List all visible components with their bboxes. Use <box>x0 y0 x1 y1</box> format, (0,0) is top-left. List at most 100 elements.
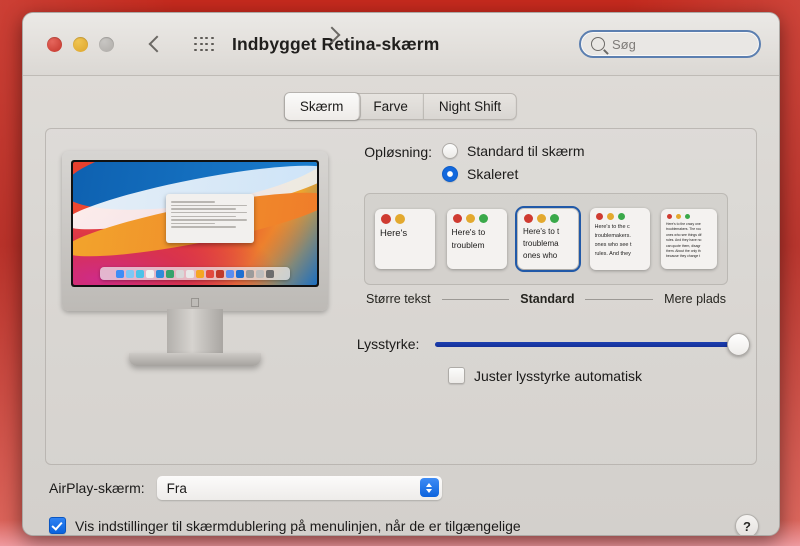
thumbnail-dot-icon <box>524 214 533 223</box>
search-placeholder: Søg <box>612 36 636 52</box>
auto-brightness-row[interactable]: Juster lysstyrke automatisk <box>448 367 746 384</box>
thumbnail-dot-icon <box>595 213 603 220</box>
airplay-selected-value: Fra <box>166 480 187 496</box>
show-all-grid-icon[interactable] <box>194 36 214 52</box>
dock-icon <box>176 269 184 278</box>
dock-icon <box>246 269 254 278</box>
scale-tick-right <box>585 298 654 300</box>
thumbnail-preview-text: Here's to the crazy one troublemakers. Th… <box>661 222 717 260</box>
thumbnail-traffic-lights <box>447 209 507 226</box>
tab-farve[interactable]: Farve <box>358 94 424 119</box>
brightness-label: Lysstyrke: <box>356 336 420 352</box>
thumbnail-dot-icon <box>478 214 488 223</box>
thumbnail-text-line: Here's to the c <box>594 224 630 230</box>
minimize-button-icon[interactable] <box>73 36 88 52</box>
resolution-thumbnail-3[interactable]: Here's to t troublema ones who <box>515 206 581 272</box>
forward-chevron-icon[interactable] <box>323 27 339 43</box>
radio-default-label: Standard til skærm <box>467 143 585 159</box>
search-container: Søg <box>579 30 761 58</box>
search-icon <box>591 37 605 51</box>
dock-icon <box>126 269 134 278</box>
thumbnail-preview-text: Here's to troublem <box>447 226 507 251</box>
dock-icon <box>116 269 124 278</box>
dock-icon <box>256 269 264 278</box>
thumbnail-traffic-lights <box>375 209 435 227</box>
resolution-radio-group: Standard til skærm Skaleret <box>442 143 584 189</box>
thumbnail-preview-text: Here's to the c troublemakers. ones who se… <box>590 223 650 259</box>
dock-icon <box>146 269 154 278</box>
thumbnail-dot-icon <box>537 214 546 223</box>
resolution-thumbnail-5[interactable]: Here's to the crazy one troublemakers. Th… <box>661 209 717 269</box>
auto-brightness-label: Juster lysstyrke automatisk <box>474 367 643 384</box>
traffic-lights <box>47 36 114 52</box>
back-chevron-icon[interactable] <box>148 36 164 52</box>
radio-default-for-display[interactable]: Standard til skærm <box>442 143 584 159</box>
mirroring-label: Vis indstillinger til skærmdublering på … <box>75 517 521 534</box>
brightness-slider-knob[interactable] <box>726 332 750 356</box>
zoom-button-icon[interactable] <box>99 36 114 52</box>
thumbnail-dot-icon <box>617 213 625 220</box>
dock-icon <box>226 269 234 278</box>
tab-night-shift[interactable]: Night Shift <box>424 94 516 119</box>
thumbnail-traffic-lights <box>518 209 578 226</box>
dock-icon <box>196 269 204 278</box>
dock-icon <box>206 269 214 278</box>
preferences-window: Indbygget Retina-skærm Søg Skærm Farve N… <box>22 12 780 536</box>
thumbnail-dot-icon <box>676 214 681 219</box>
dock-icon <box>166 269 174 278</box>
brightness-slider-fill <box>435 341 737 347</box>
brightness-row: Lysstyrke: <box>346 332 750 356</box>
thumbnail-dot-icon <box>465 214 475 223</box>
navigation-arrows <box>148 36 164 52</box>
help-button[interactable]: ? <box>735 514 759 535</box>
thumbnail-dot-icon <box>606 213 614 220</box>
dock-icon <box>186 269 194 278</box>
scale-legend: Større tekst Standard Mere plads <box>364 292 728 306</box>
thumbnail-traffic-lights <box>661 209 717 222</box>
airplay-row: AirPlay-skærm: Fra <box>49 476 442 500</box>
chevron-updown-icon <box>419 478 439 497</box>
scale-tick-left <box>441 298 510 300</box>
resolution-row: Opløsning: Standard til skærm Skaleret <box>346 143 746 189</box>
thumbnail-text-line: because they change t <box>666 254 701 259</box>
scale-label-larger-text: Større tekst <box>366 292 431 306</box>
radio-scaled[interactable]: Skaleret <box>442 166 584 182</box>
thumbnail-text-line: Here's to t <box>523 227 560 236</box>
thumbnail-traffic-lights <box>590 208 650 223</box>
resolution-thumbnail-4[interactable]: Here's to the c troublemakers. ones who se… <box>589 208 650 270</box>
imac-stand-neck <box>167 309 223 357</box>
thumbnail-text-line: troublem <box>451 239 485 250</box>
thumbnail-text-line: Here's <box>380 228 408 239</box>
window-content: Skærm Farve Night Shift Opløsning: Stand… <box>23 76 779 535</box>
mirroring-row[interactable]: Vis indstillinger til skærmdublering på … <box>49 517 521 534</box>
auto-brightness-checkbox[interactable] <box>448 367 465 384</box>
radio-scaled-icon <box>442 166 458 182</box>
dock-icon <box>136 269 144 278</box>
thumbnail-text-line: troublema <box>523 239 559 248</box>
resolution-thumbnail-list: Here's Here's to troublem Here's to t troubl… <box>364 193 728 285</box>
thumbnail-dot-icon <box>381 214 391 224</box>
desktop-mini-window <box>165 193 254 244</box>
thumbnail-preview-text: Here's to t troublema ones who <box>518 226 578 262</box>
dock-icon <box>216 269 224 278</box>
resolution-thumbnail-1[interactable]: Here's <box>375 209 435 269</box>
desktop-dock <box>99 267 291 280</box>
thumbnail-text-line: ones who see t <box>594 242 632 248</box>
thumbnail-text-line: troublemakers. <box>594 233 631 239</box>
imac-illustration:  <box>62 151 328 373</box>
window-titlebar: Indbygget Retina-skærm Søg <box>23 13 779 76</box>
dock-icon <box>236 269 244 278</box>
thumbnail-dot-icon <box>667 214 672 219</box>
close-button-icon[interactable] <box>47 36 62 52</box>
airplay-popup-button[interactable]: Fra <box>156 476 442 500</box>
search-input[interactable]: Søg <box>579 30 761 58</box>
scale-label-more-space: Mere plads <box>664 292 726 306</box>
thumbnail-dot-icon <box>550 214 559 223</box>
thumbnail-dot-icon <box>685 214 690 219</box>
resolution-thumbnail-2[interactable]: Here's to troublem <box>446 209 507 269</box>
desktop-wallpaper <box>73 162 317 285</box>
tab-skaerm[interactable]: Skærm <box>284 93 360 120</box>
mirroring-checkbox[interactable] <box>49 517 66 534</box>
display-settings-panel:  Opløsning: Standard til skærm <box>45 128 757 465</box>
brightness-slider[interactable] <box>435 332 750 356</box>
